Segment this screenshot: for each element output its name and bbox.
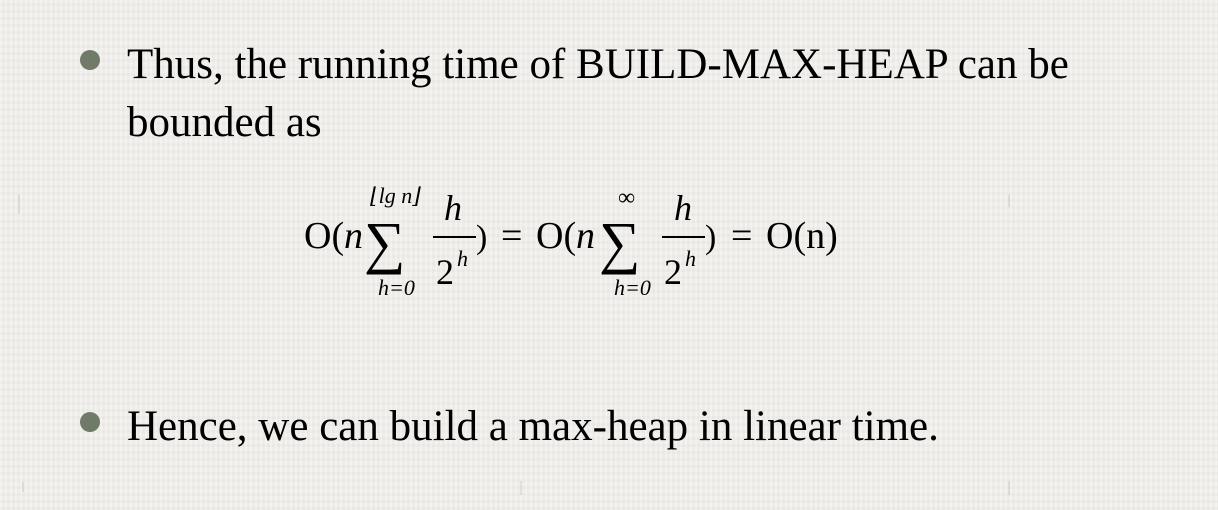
bullet-dot <box>80 412 100 432</box>
formula-equals-sign: = <box>731 215 752 257</box>
formula-infinity-limit: ∞ <box>618 185 635 211</box>
formula-close-parenthesis: ) <box>705 219 716 256</box>
bullet-item-linear-time: Hence, we can build a max-heap in linear… <box>80 398 939 456</box>
formula-lower-limit: h=0 <box>378 275 415 300</box>
bullet-line: bounded as <box>127 99 322 146</box>
formula-fraction-numerator: h <box>444 188 462 228</box>
formula-fraction-exponent: h <box>457 246 468 271</box>
background-texture-mark <box>520 481 522 495</box>
slide: Thus, the running time of BUILD-MAX-HEAP… <box>0 0 1218 510</box>
formula-lower-limit: h=0 <box>614 275 651 300</box>
bullet-item-running-time: Thus, the running time of BUILD-MAX-HEAP… <box>80 36 1069 152</box>
formula-upper-limit: ⌊lg n⌋ <box>370 183 421 208</box>
formula-result: O(n) <box>766 215 838 257</box>
formula-close-parenthesis: ) <box>476 219 487 256</box>
formula-n-variable: n <box>344 215 363 257</box>
formula-sum-symbol: ∑ <box>364 210 405 275</box>
formula-fraction-exponent: h <box>685 246 696 271</box>
background-texture-mark <box>1008 481 1010 495</box>
formula-o-open: O( <box>536 215 576 257</box>
bullet-dot <box>80 50 100 70</box>
formula-fraction-denominator-base: 2 <box>664 252 682 292</box>
bullet-text: Thus, the running time of BUILD-MAX-HEAP… <box>127 36 1069 152</box>
bullet-text: Hence, we can build a max-heap in linear… <box>127 403 939 450</box>
background-texture-mark <box>1008 195 1010 207</box>
formula-o-open: O( <box>304 215 344 257</box>
formula-sum-symbol: ∑ <box>599 210 640 275</box>
background-texture-mark <box>22 482 24 492</box>
formula-fraction-numerator: h <box>674 188 692 228</box>
background-texture-mark <box>18 195 20 213</box>
bullet-line: Thus, the running time of BUILD-MAX-HEAP… <box>127 41 1069 88</box>
formula-svg: O( n ⌊lg n⌋ ∑ h=0 h 2 h ) = O( n ∞ ∑ h=0… <box>304 183 838 300</box>
formula-equals-sign: = <box>501 215 522 257</box>
formula-fraction-denominator-base: 2 <box>436 252 454 292</box>
formula-n-variable: n <box>576 215 595 257</box>
running-time-formula: O( n ⌊lg n⌋ ∑ h=0 h 2 h ) = O( n ∞ ∑ h=0… <box>296 176 936 316</box>
